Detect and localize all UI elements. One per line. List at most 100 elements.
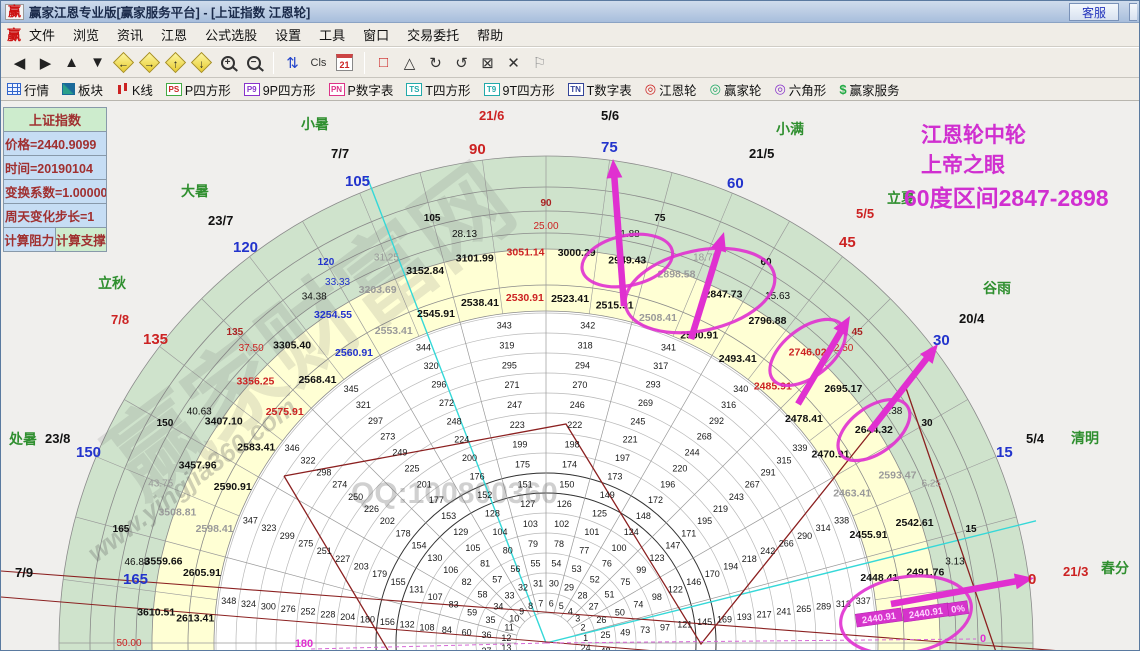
inner-spiral-value: 2478.41 xyxy=(785,413,823,425)
svg-text:241: 241 xyxy=(776,607,791,617)
svg-text:245: 245 xyxy=(630,416,645,426)
toolbar-main: ◀ ▶ ▲ ▼ ← → ↑ ↓ + − ⇅ Cls 21 □ △ ↻ ↺ ⊠ ✕ ⚐ xyxy=(1,47,1139,78)
box-x-tool-icon[interactable]: ⊠ xyxy=(475,51,500,75)
degree-ring-value: 105 xyxy=(424,213,441,224)
view-hexagon[interactable]: ◎ 六角形 xyxy=(774,80,826,99)
svg-text:1: 1 xyxy=(583,633,588,643)
menu-item-8[interactable]: 交易委托 xyxy=(407,28,459,43)
menu-item-7[interactable]: 窗口 xyxy=(363,28,389,43)
view-9p-square[interactable]: P9 9P四方形 xyxy=(243,80,316,99)
calc-resistance-button[interactable]: 计算阻力 xyxy=(3,228,56,252)
view-winner-wheel[interactable]: ◎ 赢家轮 xyxy=(710,80,762,99)
svg-text:33: 33 xyxy=(504,590,514,600)
svg-text:179: 179 xyxy=(372,569,387,579)
pan-down-icon[interactable]: ↓ xyxy=(189,51,214,75)
view-9t-square[interactable]: T9 9T四方形 xyxy=(483,80,555,99)
forward-icon[interactable]: ▶ xyxy=(33,51,58,75)
outer-spiral-value: 3508.81 xyxy=(158,506,196,518)
triangle-tool-icon[interactable]: △ xyxy=(397,51,422,75)
rim-label: 谷雨 xyxy=(983,280,1011,296)
svg-text:218: 218 xyxy=(742,554,757,564)
svg-text:29: 29 xyxy=(564,583,574,593)
svg-text:172: 172 xyxy=(648,495,663,505)
percent-ring-value: 46.88 xyxy=(124,557,149,568)
svg-text:34: 34 xyxy=(493,601,503,611)
pan-left-icon[interactable]: ← xyxy=(111,51,136,75)
pointer-up-icon[interactable]: ▲ xyxy=(59,51,84,75)
pan-up-icon[interactable]: ↑ xyxy=(163,51,188,75)
rim-label: 135 xyxy=(143,331,168,348)
annotation-line-2: 上帝之眼 xyxy=(921,154,1005,178)
svg-text:99: 99 xyxy=(636,565,646,575)
view-t-square[interactable]: TS T四方形 xyxy=(406,80,471,99)
svg-text:338: 338 xyxy=(834,516,849,526)
calendar-icon[interactable]: 21 xyxy=(332,51,357,75)
cls-icon[interactable]: Cls xyxy=(306,51,331,75)
pointer-down-icon[interactable]: ▼ xyxy=(85,51,110,75)
menu-item-3[interactable]: 江恩 xyxy=(161,28,187,43)
customer-service-button[interactable]: 客服 xyxy=(1068,2,1119,21)
svg-text:196: 196 xyxy=(660,479,675,489)
rotate-ccw-icon[interactable]: ↺ xyxy=(449,51,474,75)
svg-text:98: 98 xyxy=(652,592,662,602)
flag-tool-icon[interactable]: ⚐ xyxy=(527,51,552,75)
back-icon[interactable]: ◀ xyxy=(7,51,32,75)
view-quotes[interactable]: 行情 xyxy=(7,80,49,99)
menu-item-6[interactable]: 工具 xyxy=(319,28,345,43)
inner-spiral-value: 2493.41 xyxy=(719,353,757,365)
view-p-square[interactable]: PS P四方形 xyxy=(165,80,231,99)
svg-text:348: 348 xyxy=(221,596,236,606)
menu-item-2[interactable]: 资讯 xyxy=(117,28,143,43)
degree-ring-value: 135 xyxy=(227,327,244,338)
zoom-in-icon[interactable]: + xyxy=(215,51,240,75)
updown-axis-icon[interactable]: ⇅ xyxy=(280,51,305,75)
svg-text:171: 171 xyxy=(681,528,696,538)
view-t-number-table[interactable]: TN T数字表 xyxy=(567,80,632,99)
menu-item-0[interactable]: 文件 xyxy=(29,28,55,43)
toolbar-separator xyxy=(273,51,274,74)
rim-label: 小暑 xyxy=(301,116,329,132)
svg-text:84: 84 xyxy=(442,625,452,635)
view-gann-wheel[interactable]: ◎ 江恩轮 xyxy=(645,80,697,99)
zoom-out-icon[interactable]: − xyxy=(241,51,266,75)
rim-label: 21/3 xyxy=(1063,564,1088,579)
rect-tool-icon[interactable]: □ xyxy=(371,51,396,75)
svg-text:242: 242 xyxy=(760,546,775,556)
rim-label: 30 xyxy=(933,332,950,349)
svg-text:107: 107 xyxy=(428,592,443,602)
svg-text:290: 290 xyxy=(797,531,812,541)
coefficient-row: 变换系数=1.00000 xyxy=(3,180,107,204)
percent-ring-value: 33.33 xyxy=(325,277,350,288)
calc-support-button[interactable]: 计算支撑 xyxy=(55,228,107,252)
svg-text:268: 268 xyxy=(697,432,712,442)
cross-arrows-icon[interactable]: ✕ xyxy=(501,51,526,75)
price-row: 价格=2440.9099 xyxy=(3,132,107,156)
svg-text:24: 24 xyxy=(581,643,591,651)
rim-label: 清明 xyxy=(1071,430,1099,446)
svg-text:82: 82 xyxy=(462,577,472,587)
edge-button-partial[interactable] xyxy=(1129,2,1137,21)
view-sectors[interactable]: 板块 xyxy=(62,80,103,99)
rotate-cw-icon[interactable]: ↻ xyxy=(423,51,448,75)
svg-text:322: 322 xyxy=(300,455,315,465)
degree-ring-value: 45 xyxy=(852,327,864,338)
view-p-number-table[interactable]: PN P数字表 xyxy=(328,80,393,99)
menu-item-9[interactable]: 帮助 xyxy=(477,28,503,43)
view-kline[interactable]: K线 xyxy=(116,80,153,99)
svg-text:75: 75 xyxy=(620,577,630,587)
svg-text:27: 27 xyxy=(589,601,599,611)
menu-item-1[interactable]: 浏览 xyxy=(73,28,99,43)
percent-ring-value: 31.25 xyxy=(374,253,399,264)
menu-item-5[interactable]: 设置 xyxy=(275,28,301,43)
pan-right-icon[interactable]: → xyxy=(137,51,162,75)
svg-text:101: 101 xyxy=(584,527,599,537)
svg-text:275: 275 xyxy=(298,539,313,549)
svg-text:345: 345 xyxy=(344,384,359,394)
svg-text:124: 124 xyxy=(624,527,639,537)
svg-text:316: 316 xyxy=(721,400,736,410)
svg-text:152: 152 xyxy=(477,490,492,500)
menu-item-4[interactable]: 公式选股 xyxy=(205,28,257,43)
degree-ring-value: 75 xyxy=(654,213,666,224)
view-winner-service[interactable]: $ 赢家服务 xyxy=(839,80,899,99)
degree-ring-value: 120 xyxy=(318,257,335,268)
